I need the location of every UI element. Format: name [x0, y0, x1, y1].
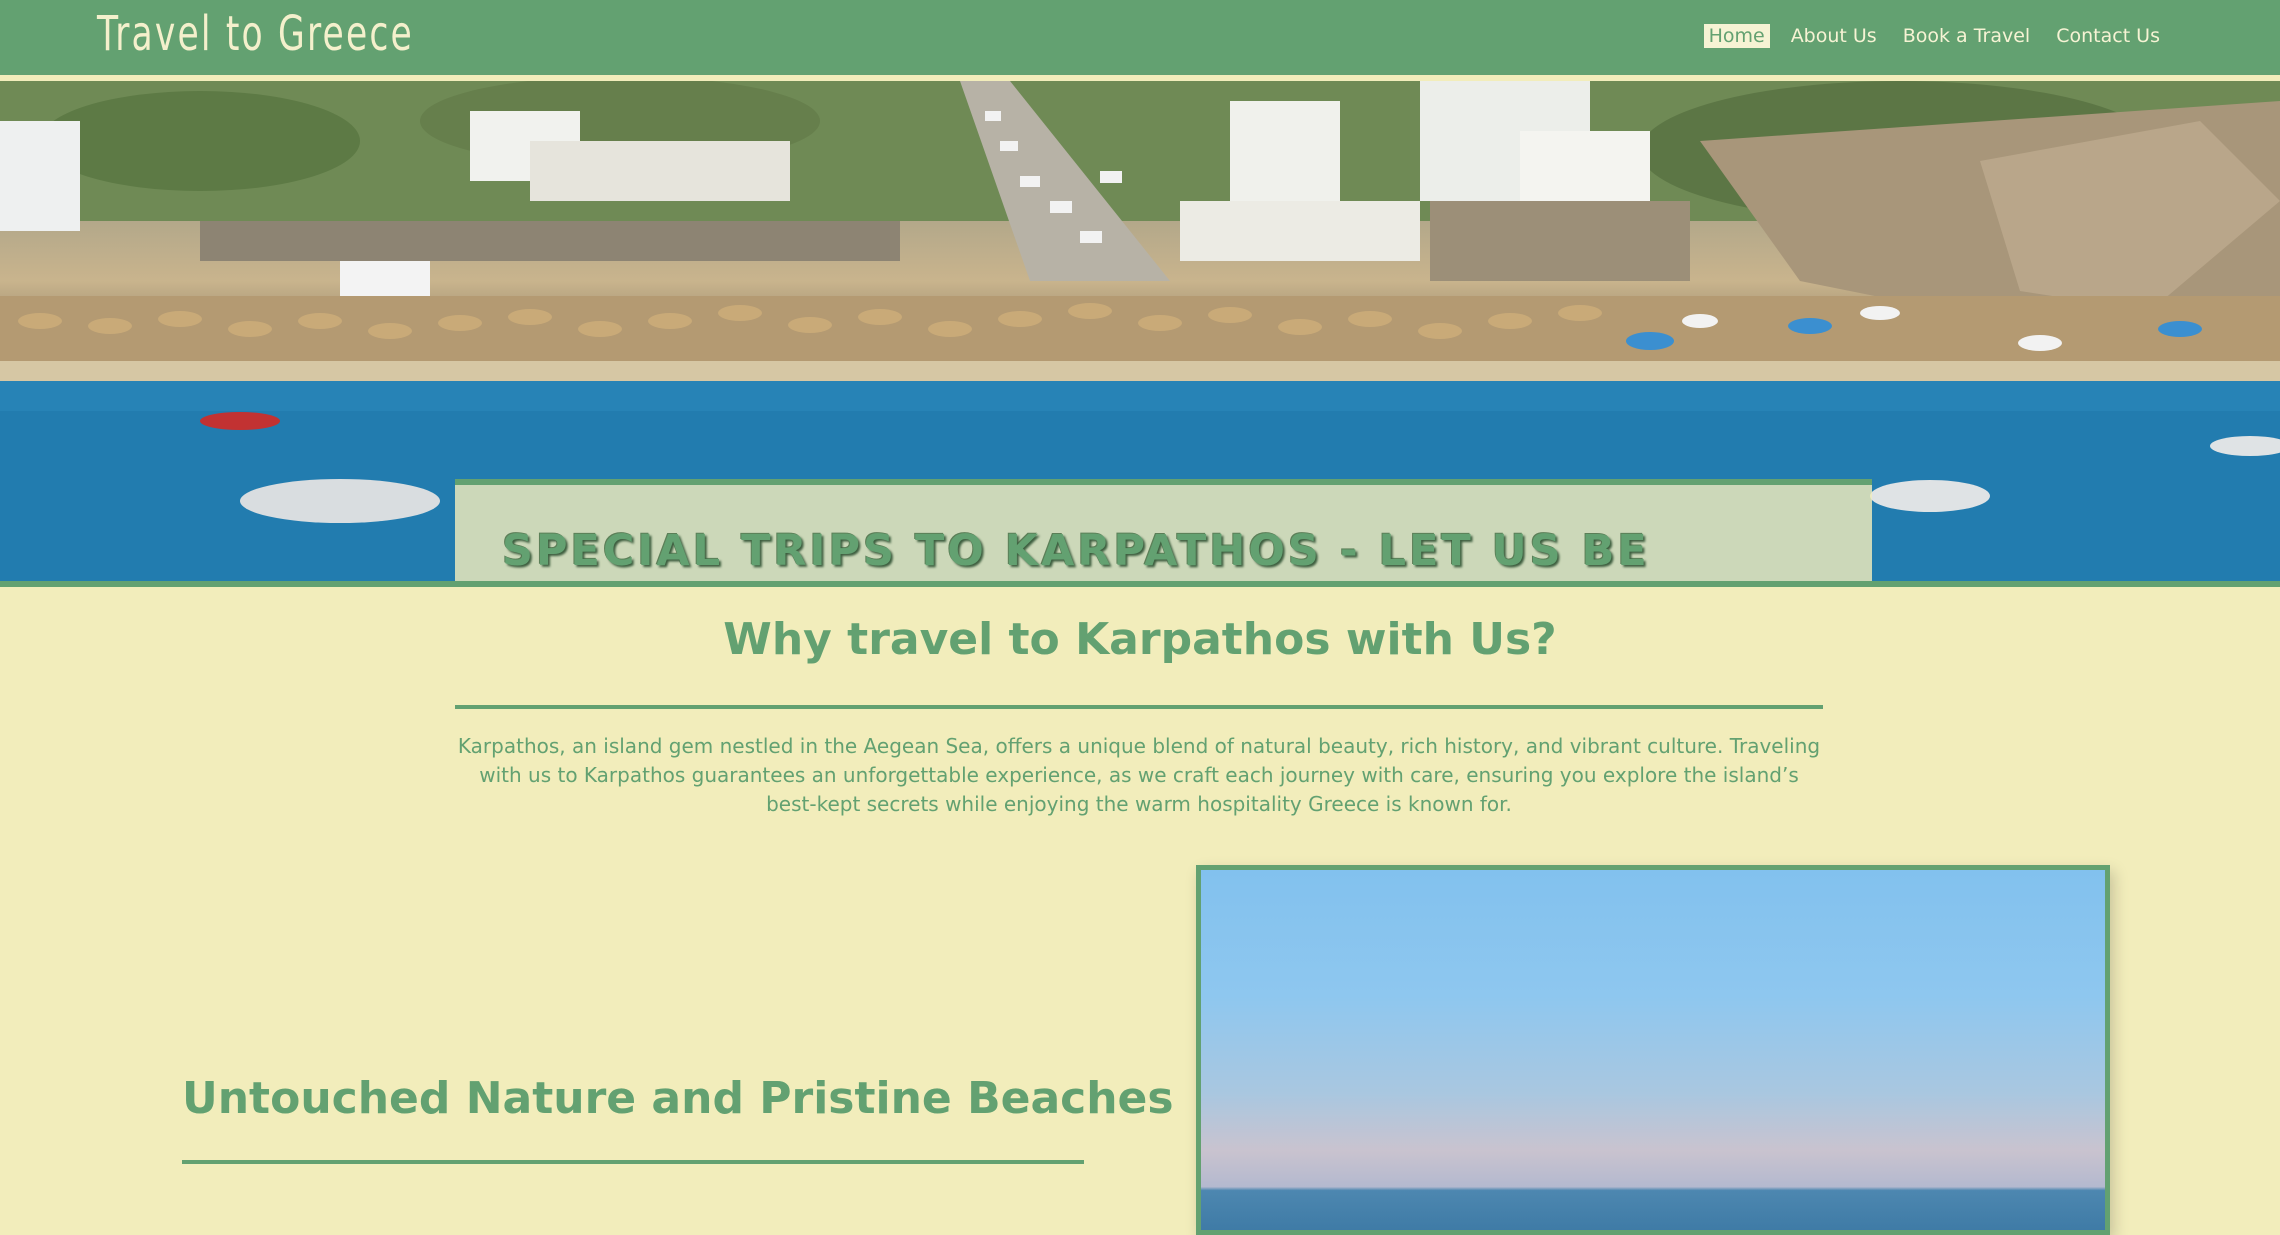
why-section-text: Karpathos, an island gem nestled in the …	[457, 734, 1821, 816]
nature-section-divider	[182, 1160, 1084, 1164]
site-header: Travel to Greece Home About Us Book a Tr…	[0, 0, 2280, 81]
hero-image: SPECIAL TRIPS TO KARPATHOS - LET US BE Y…	[0, 81, 2280, 587]
nav-contact-us[interactable]: Contact Us	[2051, 24, 2165, 48]
nav-about-us[interactable]: About Us	[1786, 24, 1882, 48]
why-section-title: Why travel to Karpathos with Us?	[723, 614, 1557, 665]
hero-banner: SPECIAL TRIPS TO KARPATHOS - LET US BE Y…	[455, 479, 1872, 581]
why-section-divider	[455, 705, 1823, 709]
nav-book-a-travel[interactable]: Book a Travel	[1898, 24, 2036, 48]
site-logo[interactable]: Travel to Greece	[97, 6, 414, 62]
nav-home[interactable]: Home	[1703, 24, 1770, 48]
hero-banner-title: SPECIAL TRIPS TO KARPATHOS - LET US BE Y…	[502, 526, 1650, 581]
sea-photo	[1196, 865, 2110, 1235]
nature-section-title: Untouched Nature and Pristine Beaches	[182, 1073, 1174, 1124]
main-nav: Home About Us Book a Travel Contact Us	[1703, 24, 2165, 48]
